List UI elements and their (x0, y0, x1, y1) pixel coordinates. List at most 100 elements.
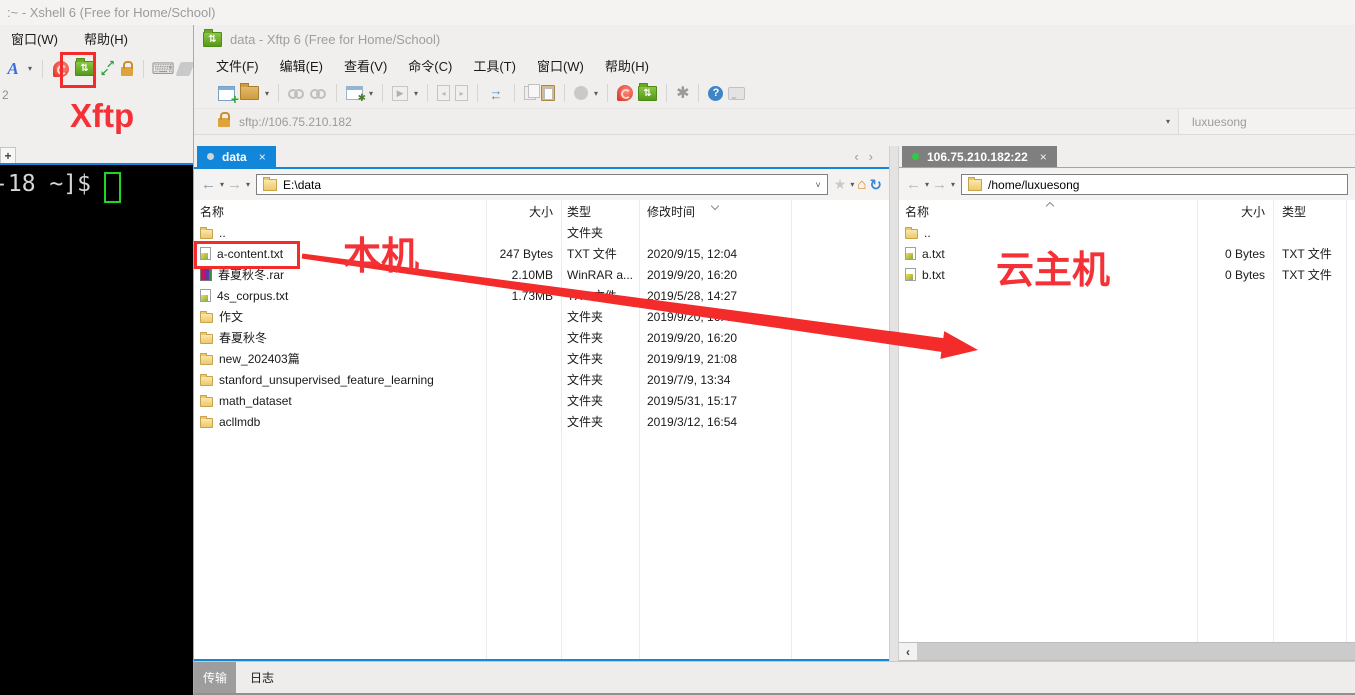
file-row[interactable]: 春夏秋冬文件夹2019/9/20, 16:20 (194, 327, 889, 348)
file-type-cell: 文件夹 (561, 413, 639, 430)
column-divider[interactable] (639, 200, 640, 659)
xshell-menu-window[interactable]: 窗口(W) (11, 29, 58, 48)
session-properties-icon[interactable] (346, 86, 363, 100)
forward-icon[interactable]: → (227, 176, 242, 193)
column-header-name[interactable]: 名称 (194, 203, 486, 220)
chevron-down-icon[interactable]: ▾ (1166, 117, 1170, 126)
xftp-titlebar: data - Xftp 6 (Free for Home/School) (194, 25, 1355, 53)
local-path-input[interactable]: E:\data ˅ (256, 174, 828, 195)
column-divider[interactable] (1197, 200, 1198, 642)
favorites-star-icon[interactable]: ★ (834, 176, 847, 193)
feedback-icon[interactable] (728, 87, 745, 100)
session-url-field[interactable]: sftp://106.75.210.182 ▾ (194, 109, 1178, 134)
file-row[interactable]: .. (899, 222, 1355, 243)
chevron-down-icon[interactable]: ▾ (28, 64, 32, 73)
column-header-type[interactable]: 类型 (1273, 203, 1353, 220)
back-icon[interactable]: ← (201, 176, 216, 193)
xshell-menubar: 窗口(W) 帮助(H) (0, 25, 193, 52)
tab-transfer[interactable]: 传输 (194, 662, 236, 693)
txt-icon (905, 268, 916, 281)
chevron-down-icon[interactable]: ▾ (246, 180, 250, 189)
menu-tools[interactable]: 工具(T) (473, 56, 516, 75)
tab-log[interactable]: 日志 (241, 662, 283, 693)
paste-icon[interactable] (541, 85, 555, 101)
pane-splitter[interactable] (889, 146, 899, 661)
file-row[interactable]: acllmdb文件夹2019/3/12, 16:54 (194, 411, 889, 432)
scroll-left-icon[interactable]: ‹ (899, 643, 917, 660)
help-icon[interactable]: ? (708, 86, 723, 101)
virtual-keyboard-icon[interactable]: ⌨ (154, 59, 172, 79)
forward-icon[interactable]: → (932, 176, 947, 193)
fullscreen-icon[interactable] (100, 61, 115, 76)
column-header-type[interactable]: 类型 (561, 203, 639, 220)
tab-scroll-arrows[interactable]: ‹› (854, 149, 883, 164)
open-session-icon[interactable] (240, 86, 259, 100)
file-row[interactable]: 春夏秋冬.rar2.10MBWinRAR a...2019/9/20, 16:2… (194, 264, 889, 285)
local-pane: data × ‹› ←▾ →▾ E:\data ˅ ★▾ ⌂ (194, 146, 889, 661)
xshell-menu-help[interactable]: 帮助(H) (84, 29, 128, 48)
lock-icon[interactable] (121, 67, 133, 76)
screenshot-root: :~ - Xshell 6 (Free for Home/School) 窗口(… (0, 0, 1355, 695)
file-name-cell: new_202403篇 (194, 350, 486, 367)
new-session-icon[interactable] (218, 86, 235, 101)
menu-command[interactable]: 命令(C) (408, 56, 452, 75)
file-row[interactable]: a.txt0 BytesTXT 文件 (899, 243, 1355, 264)
transfer-icon[interactable]: →← (487, 87, 505, 100)
chevron-down-icon[interactable]: ▾ (220, 180, 224, 189)
pen-icon[interactable] (175, 62, 193, 76)
chevron-down-icon[interactable]: ▾ (265, 89, 269, 98)
local-tab[interactable]: data × (197, 146, 276, 167)
remote-tab[interactable]: 106.75.210.182:22 × (902, 146, 1057, 167)
back-icon[interactable]: ← (906, 176, 921, 193)
file-row[interactable]: ..文件夹 (194, 222, 889, 243)
file-row[interactable]: 作文文件夹2019/9/20, 16:47 (194, 306, 889, 327)
refresh-icon[interactable]: ↻ (869, 176, 882, 194)
file-name-cell: a.txt (899, 247, 1197, 261)
column-divider[interactable] (486, 200, 487, 659)
menu-view[interactable]: 查看(V) (344, 56, 387, 75)
chevron-down-icon[interactable]: ▾ (925, 180, 929, 189)
tab-status-dot-icon (207, 153, 214, 160)
home-icon[interactable]: ⌂ (857, 176, 866, 193)
chevron-down-icon[interactable]: ▾ (369, 89, 373, 98)
menu-file[interactable]: 文件(F) (216, 56, 259, 75)
menu-help[interactable]: 帮助(H) (605, 56, 649, 75)
remote-navbar: ←▾ →▾ /home/luxuesong (899, 169, 1355, 200)
xshell-icon[interactable] (617, 85, 633, 101)
file-row[interactable]: math_dataset文件夹2019/5/31, 15:17 (194, 390, 889, 411)
file-size-cell: 1.73MB (486, 289, 561, 303)
username-field[interactable]: luxuesong (1179, 109, 1355, 134)
file-row[interactable]: stanford_unsupervised_feature_learning文件… (194, 369, 889, 390)
terminal[interactable]: -18 ~]$ (0, 165, 193, 695)
close-icon[interactable]: × (1040, 150, 1047, 164)
open-xftp-icon[interactable] (75, 61, 94, 76)
column-header-size[interactable]: 大小 (1197, 203, 1273, 220)
file-row[interactable]: b.txt0 BytesTXT 文件 (899, 264, 1355, 285)
xftp-panes: data × ‹› ←▾ →▾ E:\data ˅ ★▾ ⌂ (194, 146, 1355, 661)
column-divider[interactable] (1273, 200, 1274, 642)
font-style-icon[interactable]: A (5, 59, 21, 79)
settings-gear-icon[interactable]: ✱ (676, 83, 689, 103)
horizontal-scrollbar[interactable]: ‹ (899, 642, 1355, 660)
file-type-cell: TXT 文件 (1273, 245, 1353, 262)
file-name-cell: a-content.txt (194, 247, 486, 261)
chevron-down-icon[interactable]: ▾ (850, 180, 854, 189)
column-divider[interactable] (1346, 200, 1347, 642)
chevron-down-icon[interactable]: ˅ (816, 180, 821, 190)
file-row[interactable]: 4s_corpus.txt1.73MBTXT 文件2019/5/28, 14:2… (194, 285, 889, 306)
xshell-session-icon[interactable] (53, 61, 69, 77)
column-divider[interactable] (561, 200, 562, 659)
reconnect-icon (310, 86, 327, 100)
chevron-down-icon[interactable]: ▾ (951, 180, 955, 189)
file-size-cell: 2.10MB (486, 268, 561, 282)
remote-path-input[interactable]: /home/luxuesong (961, 174, 1348, 195)
file-type-cell: 文件夹 (561, 371, 639, 388)
xftp-icon[interactable] (638, 86, 657, 101)
menu-window[interactable]: 窗口(W) (537, 56, 584, 75)
file-row[interactable]: new_202403篇文件夹2019/9/19, 21:08 (194, 348, 889, 369)
column-header-size[interactable]: 大小 (486, 203, 561, 220)
menu-edit[interactable]: 编辑(E) (280, 56, 323, 75)
close-icon[interactable]: × (259, 150, 266, 164)
file-row[interactable]: a-content.txt247 BytesTXT 文件2020/9/15, 1… (194, 243, 889, 264)
column-divider[interactable] (791, 200, 792, 659)
